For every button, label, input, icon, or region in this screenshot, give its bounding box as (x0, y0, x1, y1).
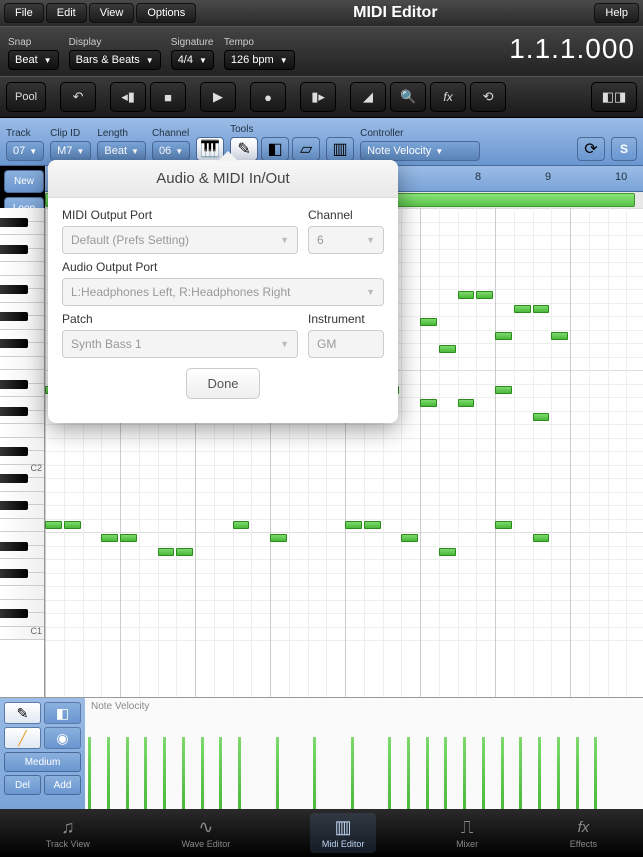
app-title: MIDI Editor (198, 4, 592, 22)
undo-button[interactable]: ↶ (60, 82, 96, 112)
clip-toolbar: Track 07▼ Clip ID M7▼ Length Beat▼ Chann… (0, 118, 643, 166)
fx-icon: fx (578, 817, 590, 837)
bars-icon[interactable]: ▥ (326, 137, 354, 161)
channel-select[interactable]: 06▼ (152, 141, 190, 161)
stop-button[interactable]: ■ (150, 82, 186, 112)
clip-label: Clip ID (50, 128, 91, 139)
vel-add-button[interactable]: Add (44, 775, 81, 795)
audio-midi-dialog: Audio & MIDI In/Out MIDI Output Port Def… (48, 160, 398, 423)
controller-select[interactable]: Note Velocity▼ (360, 141, 480, 161)
menubar: File Edit View Options MIDI Editor Help (0, 0, 643, 26)
midi-port-select[interactable]: Default (Prefs Setting)▼ (62, 226, 298, 254)
ruler-tick: 10 (615, 171, 627, 183)
menu-options[interactable]: Options (136, 3, 196, 23)
done-button[interactable]: Done (186, 368, 259, 399)
search-button[interactable]: 🔍 (390, 82, 426, 112)
midi-port-label: MIDI Output Port (62, 208, 298, 222)
menu-help[interactable]: Help (594, 3, 639, 23)
eraser-tool-icon[interactable]: ◧ (261, 137, 289, 161)
bottom-nav: ♫Track View ∿Wave Editor ▥Midi Editor ⎍M… (0, 809, 643, 857)
length-select[interactable]: Beat▼ (97, 141, 146, 161)
ruler-tick: 9 (545, 171, 551, 183)
channel-label: Channel (152, 128, 190, 139)
pool-button[interactable]: Pool (6, 82, 46, 112)
keyboard[interactable]: C2C1 (0, 208, 45, 697)
binoculars-button[interactable]: ◧◨ (591, 82, 637, 112)
nav-track-view[interactable]: ♫Track View (34, 813, 102, 853)
rewind-button[interactable]: ◂▮ (110, 82, 146, 112)
velocity-label: Note Velocity (91, 701, 149, 712)
snap-select[interactable]: Beat▼ (8, 50, 59, 70)
velocity-graph[interactable]: Note Velocity (85, 698, 643, 809)
time-display: 1.1.1.000 (509, 33, 635, 65)
display-select[interactable]: Bars & Beats▼ (69, 50, 161, 70)
vel-line-icon[interactable]: ╱ (4, 727, 41, 749)
record-button[interactable]: ● (250, 82, 286, 112)
length-label: Length (97, 128, 146, 139)
tools-label: Tools (230, 124, 320, 135)
nav-mixer[interactable]: ⎍Mixer (444, 813, 490, 853)
new-button[interactable]: New (4, 170, 44, 193)
reload-icon[interactable]: ⟳ (577, 137, 605, 161)
nav-effects[interactable]: fxEffects (558, 813, 609, 853)
tempo-label: Tempo (224, 37, 295, 48)
display-label: Display (69, 37, 161, 48)
menu-view[interactable]: View (89, 3, 135, 23)
patch-label: Patch (62, 312, 298, 326)
vel-pencil-icon[interactable]: ✎ (4, 702, 41, 724)
music-note-icon: ♫ (61, 817, 75, 837)
select-tool-icon[interactable]: ▱ (292, 137, 320, 161)
menu-file[interactable]: File (4, 3, 44, 23)
clip-select[interactable]: M7▼ (50, 141, 91, 161)
fx-button[interactable]: fx (430, 82, 466, 112)
sliders-icon: ⎍ (461, 817, 474, 837)
piano-icon: ▥ (335, 817, 352, 837)
velocity-pane: ✎ ◧ ╱ ◉ Medium Del Add Note Velocity (0, 697, 643, 809)
forward-button[interactable]: ▮▸ (300, 82, 336, 112)
vel-color-icon[interactable]: ◉ (44, 727, 81, 749)
param-row: Snap Beat▼ Display Bars & Beats▼ Signatu… (0, 26, 643, 76)
play-button[interactable]: ▶ (200, 82, 236, 112)
audio-port-label: Audio Output Port (62, 260, 384, 274)
track-select[interactable]: 07▼ (6, 141, 44, 161)
instrument-select[interactable]: GM (308, 330, 384, 358)
signature-label: Signature (171, 37, 214, 48)
waveform-icon: ∿ (198, 817, 213, 837)
nav-wave-editor[interactable]: ∿Wave Editor (170, 813, 243, 853)
controller-label: Controller (360, 128, 571, 139)
modal-channel-select[interactable]: 6▼ (308, 226, 384, 254)
loop-toggle[interactable]: ⟲ (470, 82, 506, 112)
nav-midi-editor[interactable]: ▥Midi Editor (310, 813, 377, 853)
vel-eraser-icon[interactable]: ◧ (44, 702, 81, 724)
vel-del-button[interactable]: Del (4, 775, 41, 795)
menu-edit[interactable]: Edit (46, 3, 87, 23)
velocity-tools: ✎ ◧ ╱ ◉ Medium Del Add (0, 698, 85, 809)
metronome-button[interactable]: ◢ (350, 82, 386, 112)
audio-port-select[interactable]: L:Headphones Left, R:Headphones Right▼ (62, 278, 384, 306)
track-label: Track (6, 128, 44, 139)
snap-label: Snap (8, 37, 59, 48)
tempo-select[interactable]: 126 bpm▼ (224, 50, 295, 70)
ruler-tick: 8 (475, 171, 481, 183)
signature-select[interactable]: 4/4▼ (171, 50, 214, 70)
vel-size-button[interactable]: Medium (4, 752, 81, 772)
s-button[interactable]: S (611, 137, 637, 161)
transport-bar: Pool ↶ ◂▮ ■ ▶ ● ▮▸ ◢ 🔍 fx ⟲ ◧◨ (0, 76, 643, 118)
dialog-title: Audio & MIDI In/Out (48, 160, 398, 198)
instrument-label: Instrument (308, 312, 384, 326)
modal-channel-label: Channel (308, 208, 384, 222)
patch-select[interactable]: Synth Bass 1▼ (62, 330, 298, 358)
